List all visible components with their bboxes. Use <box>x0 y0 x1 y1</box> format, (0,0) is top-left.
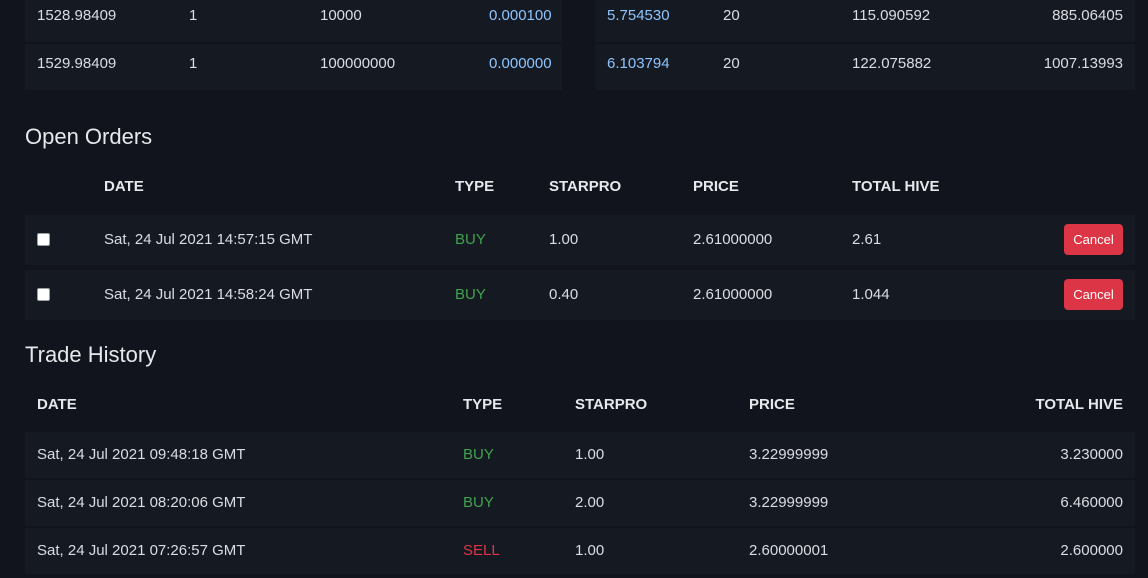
trade-history-title: Trade History <box>25 342 157 367</box>
header-starpro: STARPRO <box>575 396 648 413</box>
trade-history-row: Sat, 24 Jul 2021 08:20:06 GMT BUY 2.00 3… <box>25 480 1135 526</box>
book-depth: 20 <box>723 7 740 24</box>
order-starpro: 1.00 <box>549 231 579 248</box>
order-book-row: 1529.98409 1 100000000 0.000000 6.103794… <box>25 44 1135 92</box>
trade-date: Sat, 24 Jul 2021 07:26:57 GMT <box>37 542 246 559</box>
trade-starpro: 1.00 <box>575 446 605 463</box>
trade-price: 2.60000001 <box>749 542 829 559</box>
book-rate: 0.000100 <box>489 7 552 24</box>
cancel-order-button[interactable]: Cancel <box>1064 279 1123 310</box>
order-select-checkbox[interactable] <box>37 233 50 246</box>
trade-starpro: 1.00 <box>575 542 605 559</box>
book-value: 6.103794 <box>607 55 670 72</box>
book-rate: 0.000000 <box>489 55 552 72</box>
trade-price: 3.22999999 <box>749 494 829 511</box>
trade-starpro: 2.00 <box>575 494 605 511</box>
order-date: Sat, 24 Jul 2021 14:57:15 GMT <box>104 231 313 248</box>
book-amount: 100000000 <box>320 55 396 72</box>
book-depth: 20 <box>723 55 740 72</box>
trade-date: Sat, 24 Jul 2021 08:20:06 GMT <box>37 494 246 511</box>
trade-price: 3.22999999 <box>749 446 829 463</box>
book-price: 1529.98409 <box>37 55 117 72</box>
trade-total: 6.460000 <box>1060 494 1123 511</box>
trade-date: Sat, 24 Jul 2021 09:48:18 GMT <box>37 446 246 463</box>
open-orders-header: DATE TYPE STARPRO PRICE TOTAL HIVE <box>25 178 1135 202</box>
trade-type: BUY <box>463 446 494 463</box>
trade-history-header: DATE TYPE STARPRO PRICE TOTAL HIVE <box>25 396 1135 420</box>
book-total: 115.090592 <box>852 7 931 24</box>
order-book-table: 1528.98409 1 10000 0.000100 5.754530 20 … <box>25 0 1135 92</box>
header-total-hive: TOTAL HIVE <box>1035 396 1123 413</box>
order-price: 2.61000000 <box>693 231 773 248</box>
header-price: PRICE <box>749 396 795 413</box>
open-order-row: Sat, 24 Jul 2021 14:58:24 GMT BUY 0.40 2… <box>25 270 1135 320</box>
trade-total: 3.230000 <box>1060 446 1123 463</box>
book-amount: 10000 <box>320 7 362 24</box>
order-starpro: 0.40 <box>549 286 579 303</box>
book-count: 1 <box>189 7 198 24</box>
book-price: 1528.98409 <box>37 7 117 24</box>
header-total-hive: TOTAL HIVE <box>852 178 940 195</box>
order-select-checkbox[interactable] <box>37 288 50 301</box>
order-total: 1.044 <box>852 286 890 303</box>
order-type: BUY <box>455 286 486 303</box>
order-date: Sat, 24 Jul 2021 14:58:24 GMT <box>104 286 313 303</box>
header-starpro: STARPRO <box>549 178 622 195</box>
header-date: DATE <box>37 396 77 413</box>
trade-type: BUY <box>463 494 494 511</box>
book-total: 122.075882 <box>852 55 932 72</box>
trade-history-row: Sat, 24 Jul 2021 07:26:57 GMT SELL 1.00 … <box>25 528 1135 574</box>
order-price: 2.61000000 <box>693 286 773 303</box>
order-total: 2.61 <box>852 231 882 248</box>
order-type: BUY <box>455 231 486 248</box>
book-count: 1 <box>189 55 198 72</box>
open-orders-title: Open Orders <box>25 124 153 149</box>
header-price: PRICE <box>693 178 739 195</box>
book-value: 5.754530 <box>607 7 670 24</box>
open-order-row: Sat, 24 Jul 2021 14:57:15 GMT BUY 1.00 2… <box>25 215 1135 265</box>
header-type: TYPE <box>455 178 495 195</box>
order-book-row: 1528.98409 1 10000 0.000100 5.754530 20 … <box>25 0 1135 44</box>
trade-total: 2.600000 <box>1060 542 1123 559</box>
cancel-order-button[interactable]: Cancel <box>1064 224 1123 255</box>
header-date: DATE <box>104 178 144 195</box>
book-sum: 885.06405 <box>1052 7 1123 24</box>
trade-type: SELL <box>463 542 500 559</box>
book-sum: 1007.13993 <box>1043 55 1123 72</box>
trade-history-row: Sat, 24 Jul 2021 09:48:18 GMT BUY 1.00 3… <box>25 432 1135 478</box>
header-type: TYPE <box>463 396 503 413</box>
